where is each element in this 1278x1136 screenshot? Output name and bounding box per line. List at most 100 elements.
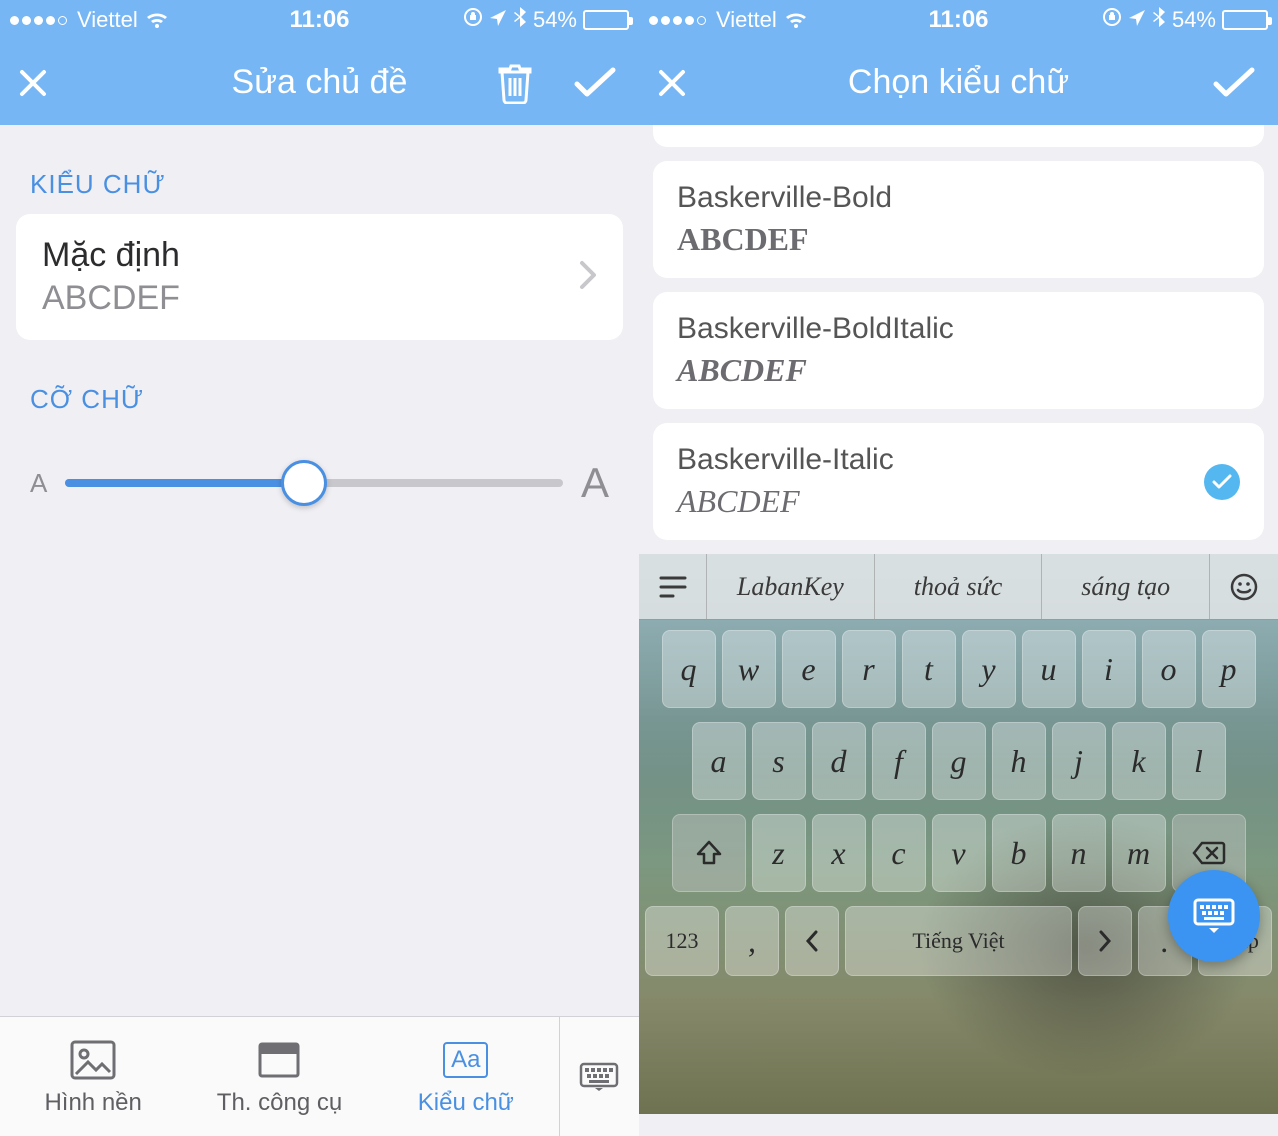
key-w[interactable]: w — [722, 630, 776, 708]
close-button[interactable] — [16, 66, 50, 100]
suggestion-2[interactable]: thoả sức — [875, 554, 1043, 619]
font-row[interactable]: Mặc định ABCDEF — [16, 214, 623, 340]
battery-percent: 54% — [533, 7, 577, 33]
suggestion-1[interactable]: LabanKey — [707, 554, 875, 619]
kb-menu-button[interactable] — [639, 554, 707, 619]
key-l[interactable]: l — [1172, 722, 1226, 800]
phone-right: Viettel 11:06 54% Chọn kiểu chữ Baskervi… — [639, 0, 1278, 1136]
slider-thumb[interactable] — [281, 460, 327, 506]
signal-dots-icon — [649, 16, 706, 25]
battery-icon — [1222, 10, 1268, 30]
nav-bar-right: Chọn kiểu chữ — [639, 40, 1278, 125]
keyboard: LabanKey thoả sức sáng tạo qwertyuiop as… — [639, 554, 1278, 1114]
key-u[interactable]: u — [1022, 630, 1076, 708]
keyboard-fab-button[interactable] — [1168, 870, 1260, 962]
key-k[interactable]: k — [1112, 722, 1166, 800]
delete-button[interactable] — [496, 62, 534, 104]
font-name: Baskerville-Bold — [677, 181, 892, 215]
font-size-slider[interactable] — [65, 479, 563, 487]
status-bar: Viettel 11:06 54% — [639, 0, 1278, 40]
font-card[interactable]: Baskerville-Bold ABCDEF — [653, 161, 1264, 278]
tab-bar: Hình nền Th. công cụ Aa Kiểu chữ — [0, 1016, 639, 1136]
right-body: Baskerville-BoldABCDEFBaskerville-BoldIt… — [639, 125, 1278, 1136]
font-card[interactable]: Baskerville-BoldItalicABCDEF — [653, 292, 1264, 409]
font-sample: ABCDEF — [677, 483, 894, 520]
font-size-slider-row: A A — [16, 429, 623, 507]
slider-max-label: A — [581, 459, 609, 507]
font-row-title: Mặc định — [42, 236, 180, 275]
tab-toolbar[interactable]: Th. công cụ — [186, 1017, 372, 1136]
key-p[interactable]: p — [1202, 630, 1256, 708]
key-j[interactable]: j — [1052, 722, 1106, 800]
key-n[interactable]: n — [1052, 814, 1106, 892]
key-s[interactable]: s — [752, 722, 806, 800]
key-shift[interactable] — [672, 814, 746, 892]
nav-title-left: Sửa chủ đề — [232, 63, 408, 102]
key-h[interactable]: h — [992, 722, 1046, 800]
left-body: KIỂU CHỮ Mặc định ABCDEF CỠ CHỮ A A — [0, 125, 639, 1136]
key-f[interactable]: f — [872, 722, 926, 800]
location-icon — [1128, 6, 1146, 34]
section-font-label: KIỂU CHỮ — [30, 169, 623, 200]
tab-background[interactable]: Hình nền — [0, 1017, 186, 1136]
wifi-icon — [144, 10, 170, 30]
key-g[interactable]: g — [932, 722, 986, 800]
status-bar: Viettel 11:06 54% — [0, 0, 639, 40]
keyboard-icon — [579, 1062, 619, 1092]
image-icon — [70, 1037, 116, 1083]
key-z[interactable]: z — [752, 814, 806, 892]
tab-keyboard[interactable] — [559, 1017, 639, 1136]
key-t[interactable]: t — [902, 630, 956, 708]
key-r[interactable]: r — [842, 630, 896, 708]
signal-dots-icon — [10, 16, 67, 25]
key-d[interactable]: d — [812, 722, 866, 800]
battery-percent: 54% — [1172, 7, 1216, 33]
key-i[interactable]: i — [1082, 630, 1136, 708]
font-card[interactable]: Baskerville-Italic ABCDEF — [653, 423, 1264, 540]
section-size-label: CỠ CHỮ — [30, 384, 623, 415]
battery-icon — [583, 10, 629, 30]
key-o[interactable]: o — [1142, 630, 1196, 708]
key-v[interactable]: v — [932, 814, 986, 892]
chevron-right-icon — [579, 260, 597, 295]
key-a[interactable]: a — [692, 722, 746, 800]
nav-bar-left: Sửa chủ đề — [0, 40, 639, 125]
font-icon: Aa — [443, 1037, 489, 1083]
toolbar-icon — [256, 1037, 302, 1083]
key-comma[interactable]: , — [725, 906, 779, 976]
tab-font[interactable]: Aa Kiểu chữ — [373, 1017, 559, 1136]
selected-check-icon — [1204, 464, 1240, 500]
phone-left: Viettel 11:06 54% Sửa chủ đề KIỂU CHỮ — [0, 0, 639, 1136]
bluetooth-icon — [513, 6, 527, 35]
key-q[interactable]: q — [662, 630, 716, 708]
key-next[interactable] — [1078, 906, 1132, 976]
confirm-button[interactable] — [573, 66, 617, 100]
key-numbers[interactable]: 123 — [645, 906, 719, 976]
key-m[interactable]: m — [1112, 814, 1166, 892]
tab-toolbar-label: Th. công cụ — [217, 1089, 342, 1117]
font-name: Baskerville-Italic — [677, 443, 894, 477]
font-list[interactable]: Baskerville-BoldABCDEFBaskerville-BoldIt… — [639, 125, 1278, 554]
orientation-lock-icon — [1102, 6, 1122, 34]
font-sample: ABCDEF — [677, 221, 892, 258]
key-prev[interactable] — [785, 906, 839, 976]
key-y[interactable]: y — [962, 630, 1016, 708]
tab-background-label: Hình nền — [44, 1089, 141, 1117]
key-e[interactable]: e — [782, 630, 836, 708]
kb-row-1: qwertyuiop — [645, 630, 1272, 708]
key-c[interactable]: c — [872, 814, 926, 892]
font-sample: ABCDEF — [677, 352, 954, 389]
slider-min-label: A — [30, 468, 47, 499]
close-button[interactable] — [655, 66, 689, 100]
kb-emoji-button[interactable] — [1210, 554, 1278, 619]
kb-row-3: zxcvbnm — [645, 814, 1272, 892]
key-space[interactable]: Tiếng Việt — [845, 906, 1072, 976]
suggestion-3[interactable]: sáng tạo — [1042, 554, 1210, 619]
nav-title-right: Chọn kiểu chữ — [848, 63, 1069, 102]
orientation-lock-icon — [463, 6, 483, 34]
font-row-sample: ABCDEF — [42, 279, 180, 318]
tab-font-label: Kiểu chữ — [418, 1089, 514, 1117]
confirm-button[interactable] — [1212, 66, 1256, 100]
key-x[interactable]: x — [812, 814, 866, 892]
key-b[interactable]: b — [992, 814, 1046, 892]
